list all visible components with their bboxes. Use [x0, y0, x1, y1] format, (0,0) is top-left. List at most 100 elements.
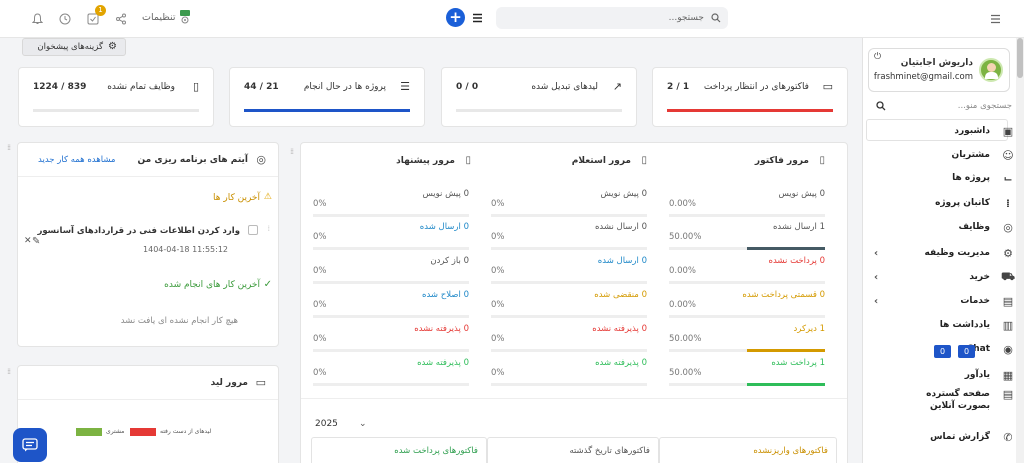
overview-row-progress-fill: [747, 383, 825, 386]
stat-progress: [456, 109, 622, 112]
stat-title: پروژه ها در حال انجام: [303, 82, 386, 92]
overview-row-progress: [313, 247, 469, 250]
stat-title: لیدهای تبدیل شده: [531, 82, 598, 92]
sidebar-item-chart[interactable]: ⌙ پروژه ها: [870, 167, 1016, 189]
sidebar-item-cart[interactable]: ⛟ خرید ›: [870, 266, 1016, 288]
sidebar-item-check-circle[interactable]: ◎ وظایف: [870, 216, 1016, 238]
drag-icon[interactable]: ⁞: [267, 224, 270, 233]
chart-icon: ⌙: [1003, 171, 1013, 185]
sidebar-item-calendar[interactable]: ▦ یادآور: [870, 364, 1016, 386]
overview-row-label[interactable]: 0 قسمتی پرداخت شده: [742, 290, 825, 300]
tasks-badge: 1: [95, 5, 106, 16]
overview-row: 1 پرداخت شده 50.00%: [669, 358, 825, 388]
tab-label: فاکتورهای واریزنشده: [753, 446, 828, 456]
settings-icon[interactable]: [178, 10, 192, 24]
overview-row-label[interactable]: 0 پیش نویش: [600, 189, 647, 199]
overview-row-label[interactable]: 0 پرداخت نشده: [769, 256, 826, 266]
chevron-right-icon[interactable]: ›: [874, 248, 878, 259]
overview-row: 1 ارسال نشده 50.00%: [669, 222, 825, 252]
add-button[interactable]: +: [446, 8, 465, 27]
sidebar-item-label: مشتریان: [951, 150, 990, 160]
drag-handle[interactable]: ⁞⁞: [7, 368, 11, 376]
close-icon[interactable]: ✕: [24, 236, 32, 246]
task-checkbox[interactable]: [248, 225, 258, 235]
stat-title: فاکتورهای در انتظار پرداخت: [703, 82, 809, 92]
file-icon: ▯: [641, 155, 647, 166]
overview-row-progress: [313, 315, 469, 318]
scrollbar-thumb[interactable]: [1017, 38, 1023, 78]
search-input[interactable]: جستجو...: [496, 7, 728, 29]
tab-unpaid-invoices[interactable]: فاکتورهای واریزنشده: [659, 437, 837, 463]
user-profile-card[interactable]: داریوش اجابتیان frashminet@gmail.com ⏻: [868, 48, 1010, 92]
sidebar-item-dashboard[interactable]: ▣ داشبورد: [870, 120, 1016, 142]
share-icon[interactable]: [114, 12, 128, 26]
overview-row-progress: [491, 281, 647, 284]
sidebar-item-user[interactable]: ☺ مشتریان: [870, 144, 1016, 166]
overview-row-label[interactable]: 1 دیرکرد: [794, 324, 826, 334]
drag-handle[interactable]: ⁞⁞: [7, 144, 11, 152]
overview-row-percent: 50.00%: [669, 232, 702, 242]
tab-overdue-invoices[interactable]: فاکتورهای تاریخ گذشته: [487, 437, 659, 463]
stat-value: 44 / 21: [244, 82, 279, 92]
bell-icon[interactable]: [30, 12, 44, 26]
overview-row-progress-fill: [747, 349, 825, 352]
chevron-down-icon[interactable]: ⌄: [359, 419, 367, 429]
overview-row-label[interactable]: 0 ارسال نشده: [595, 222, 647, 232]
user-icon: ☺: [1002, 148, 1014, 162]
menu-search-input[interactable]: جستجوی منو...: [870, 98, 1016, 114]
drag-handle[interactable]: ⁞⁞: [290, 148, 294, 156]
sidebar-item-phone[interactable]: ✆ گزارش تماس: [870, 426, 1016, 448]
services-icon: ▤: [1002, 294, 1014, 308]
overview-row-label[interactable]: 0 پذیرفته نشده: [414, 324, 469, 334]
overview-row-label[interactable]: 1 پرداخت شده: [771, 358, 825, 368]
overview-row-label[interactable]: 1 ارسال نشده: [773, 222, 825, 232]
overview-row-label[interactable]: 0 منقضی شده: [594, 290, 647, 300]
year-select[interactable]: 2025: [315, 419, 338, 429]
overview-row: 0 قسمتی پرداخت شده 0.00%: [669, 290, 825, 320]
sidebar-item-gears[interactable]: ⚙ مدیریت وظیفه ›: [870, 242, 1016, 264]
overview-row-label[interactable]: 0 ارسال شده: [420, 222, 469, 232]
user-email: frashminet@gmail.com: [873, 72, 973, 82]
settings-link[interactable]: تنظیمات: [142, 12, 176, 23]
sidebar-item-kanban[interactable]: ⁞ کانبان پروژه: [870, 192, 1016, 214]
overview-row: 0 پذیرفته شده 0%: [313, 358, 469, 388]
task-text[interactable]: وارد کردن اطلاعات فنی در قراردادهای آسان…: [37, 226, 240, 236]
hamburger-icon[interactable]: [988, 12, 1002, 26]
tab-paid-invoices[interactable]: فاکتورهای پرداخت شده: [311, 437, 487, 463]
overview-row-label[interactable]: 0 پیش نویس: [778, 189, 825, 199]
file-check-icon: ▯: [192, 80, 199, 93]
overview-row-percent: 0%: [491, 368, 505, 378]
overview-row-percent: 0%: [313, 334, 327, 344]
overview-card: ▯ مرور فاکتور ▯ مرور استعلام ▯ مرور پیشن…: [300, 142, 848, 463]
cart-icon: ⛟: [1001, 269, 1015, 283]
overview-row-progress: [313, 281, 469, 284]
sidebar-item-label: کانبان پروژه: [935, 198, 990, 208]
sidebar-item-spreadsheet[interactable]: ▤ صفحه گسترده بصورت آنلاین: [870, 388, 1016, 418]
overview-row-label[interactable]: 0 باز کردن: [430, 256, 469, 266]
overview-row-label[interactable]: 0 پذیرفته نشده: [592, 324, 647, 334]
edit-icon[interactable]: ✎: [32, 236, 40, 247]
overview-row-label[interactable]: 0 پذیرفته شده: [417, 358, 469, 368]
dashboard-options-button[interactable]: گزینه‌های پیشخوان ⚙: [22, 38, 126, 56]
chevron-right-icon[interactable]: ›: [874, 272, 878, 283]
menu-lines-icon[interactable]: [470, 11, 484, 25]
overview-row-label[interactable]: 0 پیش نویس: [422, 189, 469, 199]
legend-label-lost: لیدهای از دست رفته: [160, 428, 212, 435]
chat-count-badge: 0: [958, 345, 975, 358]
view-new-tasks-link[interactable]: مشاهده همه کار جدید: [38, 155, 115, 165]
sidebar-item-label: صفحه گسترده بصورت آنلاین: [926, 389, 990, 411]
clock-icon[interactable]: [58, 12, 72, 26]
overview-row-progress: [491, 214, 647, 217]
sidebar-item-services[interactable]: ▤ خدمات ›: [870, 290, 1016, 312]
sidebar-item-note[interactable]: ▥ یادداشت ها: [870, 314, 1016, 336]
invoice-overview-title: مرور فاکتور: [754, 156, 809, 166]
chevron-right-icon[interactable]: ›: [874, 296, 878, 307]
power-icon[interactable]: ⏻: [874, 52, 881, 62]
overview-row-label[interactable]: 0 ارسال شده: [598, 256, 647, 266]
overview-row-percent: 0%: [313, 368, 327, 378]
overview-row-label[interactable]: 0 اصلاح شده: [422, 290, 469, 300]
chat-fab-button[interactable]: [13, 428, 47, 462]
overview-row-label[interactable]: 0 پذیرفته شده: [595, 358, 647, 368]
overview-row: 0 پذیرفته نشده 0%: [313, 324, 469, 354]
scrollbar[interactable]: [1016, 38, 1024, 463]
